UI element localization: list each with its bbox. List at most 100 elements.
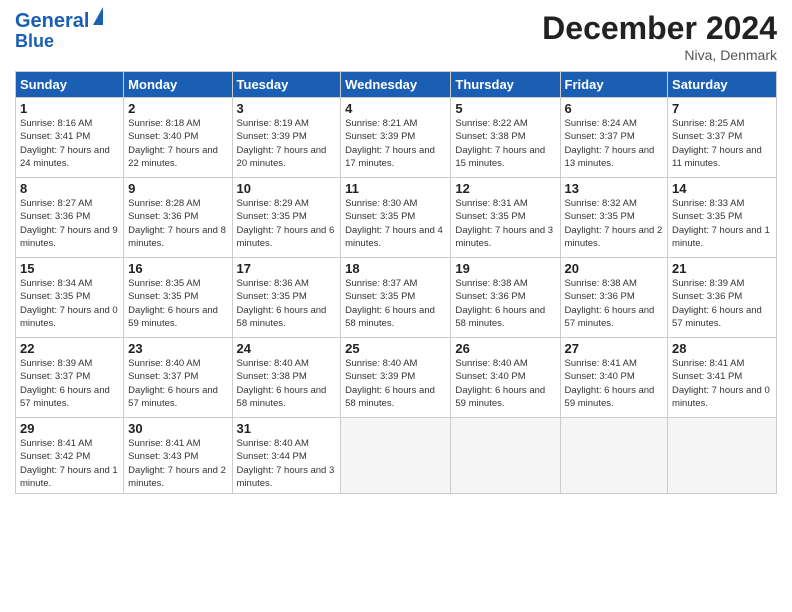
day-number: 9	[128, 181, 227, 196]
day-info: Sunrise: 8:41 AMSunset: 3:41 PMDaylight:…	[672, 357, 772, 410]
day-info: Sunrise: 8:41 AMSunset: 3:40 PMDaylight:…	[565, 357, 664, 410]
day-info: Sunrise: 8:38 AMSunset: 3:36 PMDaylight:…	[565, 277, 664, 330]
day-info: Sunrise: 8:22 AMSunset: 3:38 PMDaylight:…	[455, 117, 555, 170]
day-number: 27	[565, 341, 664, 356]
day-number: 16	[128, 261, 227, 276]
calendar-cell: 6Sunrise: 8:24 AMSunset: 3:37 PMDaylight…	[560, 98, 668, 178]
day-number: 19	[455, 261, 555, 276]
calendar-cell: 25Sunrise: 8:40 AMSunset: 3:39 PMDayligh…	[341, 338, 451, 418]
header-wednesday: Wednesday	[341, 72, 451, 98]
calendar-cell: 9Sunrise: 8:28 AMSunset: 3:36 PMDaylight…	[124, 178, 232, 258]
day-info: Sunrise: 8:27 AMSunset: 3:36 PMDaylight:…	[20, 197, 119, 250]
calendar-cell: 17Sunrise: 8:36 AMSunset: 3:35 PMDayligh…	[232, 258, 341, 338]
day-info: Sunrise: 8:21 AMSunset: 3:39 PMDaylight:…	[345, 117, 446, 170]
day-number: 17	[237, 261, 337, 276]
calendar-week-3: 15Sunrise: 8:34 AMSunset: 3:35 PMDayligh…	[16, 258, 777, 338]
day-number: 8	[20, 181, 119, 196]
day-info: Sunrise: 8:40 AMSunset: 3:38 PMDaylight:…	[237, 357, 337, 410]
calendar-cell: 13Sunrise: 8:32 AMSunset: 3:35 PMDayligh…	[560, 178, 668, 258]
day-number: 4	[345, 101, 446, 116]
day-number: 7	[672, 101, 772, 116]
calendar-cell: 8Sunrise: 8:27 AMSunset: 3:36 PMDaylight…	[16, 178, 124, 258]
day-info: Sunrise: 8:16 AMSunset: 3:41 PMDaylight:…	[20, 117, 119, 170]
calendar-cell: 4Sunrise: 8:21 AMSunset: 3:39 PMDaylight…	[341, 98, 451, 178]
day-number: 13	[565, 181, 664, 196]
calendar-cell: 22Sunrise: 8:39 AMSunset: 3:37 PMDayligh…	[16, 338, 124, 418]
day-number: 29	[20, 421, 119, 436]
day-info: Sunrise: 8:39 AMSunset: 3:37 PMDaylight:…	[20, 357, 119, 410]
day-number: 23	[128, 341, 227, 356]
calendar-week-2: 8Sunrise: 8:27 AMSunset: 3:36 PMDaylight…	[16, 178, 777, 258]
day-info: Sunrise: 8:41 AMSunset: 3:43 PMDaylight:…	[128, 437, 227, 490]
day-number: 1	[20, 101, 119, 116]
calendar-week-4: 22Sunrise: 8:39 AMSunset: 3:37 PMDayligh…	[16, 338, 777, 418]
day-info: Sunrise: 8:31 AMSunset: 3:35 PMDaylight:…	[455, 197, 555, 250]
day-number: 3	[237, 101, 337, 116]
day-info: Sunrise: 8:40 AMSunset: 3:40 PMDaylight:…	[455, 357, 555, 410]
day-info: Sunrise: 8:30 AMSunset: 3:35 PMDaylight:…	[345, 197, 446, 250]
location: Niva, Denmark	[542, 47, 777, 63]
day-info: Sunrise: 8:19 AMSunset: 3:39 PMDaylight:…	[237, 117, 337, 170]
day-info: Sunrise: 8:18 AMSunset: 3:40 PMDaylight:…	[128, 117, 227, 170]
day-number: 15	[20, 261, 119, 276]
day-number: 12	[455, 181, 555, 196]
day-number: 11	[345, 181, 446, 196]
calendar-cell: 27Sunrise: 8:41 AMSunset: 3:40 PMDayligh…	[560, 338, 668, 418]
logo-blue: Blue	[15, 32, 54, 52]
day-info: Sunrise: 8:39 AMSunset: 3:36 PMDaylight:…	[672, 277, 772, 330]
calendar-cell: 18Sunrise: 8:37 AMSunset: 3:35 PMDayligh…	[341, 258, 451, 338]
calendar-cell	[668, 418, 777, 494]
day-info: Sunrise: 8:36 AMSunset: 3:35 PMDaylight:…	[237, 277, 337, 330]
calendar-cell: 10Sunrise: 8:29 AMSunset: 3:35 PMDayligh…	[232, 178, 341, 258]
day-info: Sunrise: 8:33 AMSunset: 3:35 PMDaylight:…	[672, 197, 772, 250]
calendar-cell: 28Sunrise: 8:41 AMSunset: 3:41 PMDayligh…	[668, 338, 777, 418]
calendar-cell: 16Sunrise: 8:35 AMSunset: 3:35 PMDayligh…	[124, 258, 232, 338]
calendar-cell: 14Sunrise: 8:33 AMSunset: 3:35 PMDayligh…	[668, 178, 777, 258]
day-info: Sunrise: 8:28 AMSunset: 3:36 PMDaylight:…	[128, 197, 227, 250]
header: General Blue December 2024 Niva, Denmark	[15, 10, 777, 63]
day-number: 28	[672, 341, 772, 356]
day-number: 2	[128, 101, 227, 116]
day-info: Sunrise: 8:40 AMSunset: 3:37 PMDaylight:…	[128, 357, 227, 410]
calendar-cell: 24Sunrise: 8:40 AMSunset: 3:38 PMDayligh…	[232, 338, 341, 418]
calendar-cell: 21Sunrise: 8:39 AMSunset: 3:36 PMDayligh…	[668, 258, 777, 338]
day-number: 6	[565, 101, 664, 116]
day-number: 10	[237, 181, 337, 196]
calendar-cell: 26Sunrise: 8:40 AMSunset: 3:40 PMDayligh…	[451, 338, 560, 418]
day-number: 26	[455, 341, 555, 356]
day-info: Sunrise: 8:32 AMSunset: 3:35 PMDaylight:…	[565, 197, 664, 250]
calendar-cell: 29Sunrise: 8:41 AMSunset: 3:42 PMDayligh…	[16, 418, 124, 494]
calendar-week-1: 1Sunrise: 8:16 AMSunset: 3:41 PMDaylight…	[16, 98, 777, 178]
day-number: 31	[237, 421, 337, 436]
calendar-cell: 23Sunrise: 8:40 AMSunset: 3:37 PMDayligh…	[124, 338, 232, 418]
page: General Blue December 2024 Niva, Denmark…	[0, 0, 792, 612]
day-number: 21	[672, 261, 772, 276]
day-info: Sunrise: 8:41 AMSunset: 3:42 PMDaylight:…	[20, 437, 119, 490]
header-sunday: Sunday	[16, 72, 124, 98]
header-monday: Monday	[124, 72, 232, 98]
day-number: 25	[345, 341, 446, 356]
day-info: Sunrise: 8:40 AMSunset: 3:44 PMDaylight:…	[237, 437, 337, 490]
calendar-cell: 30Sunrise: 8:41 AMSunset: 3:43 PMDayligh…	[124, 418, 232, 494]
day-info: Sunrise: 8:37 AMSunset: 3:35 PMDaylight:…	[345, 277, 446, 330]
calendar-cell: 5Sunrise: 8:22 AMSunset: 3:38 PMDaylight…	[451, 98, 560, 178]
day-number: 14	[672, 181, 772, 196]
calendar-cell: 11Sunrise: 8:30 AMSunset: 3:35 PMDayligh…	[341, 178, 451, 258]
calendar-cell: 20Sunrise: 8:38 AMSunset: 3:36 PMDayligh…	[560, 258, 668, 338]
calendar-cell	[560, 418, 668, 494]
calendar-week-5: 29Sunrise: 8:41 AMSunset: 3:42 PMDayligh…	[16, 418, 777, 494]
calendar-cell: 2Sunrise: 8:18 AMSunset: 3:40 PMDaylight…	[124, 98, 232, 178]
calendar-cell: 19Sunrise: 8:38 AMSunset: 3:36 PMDayligh…	[451, 258, 560, 338]
calendar-cell: 12Sunrise: 8:31 AMSunset: 3:35 PMDayligh…	[451, 178, 560, 258]
calendar-cell: 3Sunrise: 8:19 AMSunset: 3:39 PMDaylight…	[232, 98, 341, 178]
calendar-cell: 7Sunrise: 8:25 AMSunset: 3:37 PMDaylight…	[668, 98, 777, 178]
day-info: Sunrise: 8:40 AMSunset: 3:39 PMDaylight:…	[345, 357, 446, 410]
day-number: 22	[20, 341, 119, 356]
calendar-cell	[341, 418, 451, 494]
day-info: Sunrise: 8:25 AMSunset: 3:37 PMDaylight:…	[672, 117, 772, 170]
header-thursday: Thursday	[451, 72, 560, 98]
calendar-header-row: SundayMondayTuesdayWednesdayThursdayFrid…	[16, 72, 777, 98]
calendar-cell	[451, 418, 560, 494]
day-number: 5	[455, 101, 555, 116]
day-info: Sunrise: 8:24 AMSunset: 3:37 PMDaylight:…	[565, 117, 664, 170]
